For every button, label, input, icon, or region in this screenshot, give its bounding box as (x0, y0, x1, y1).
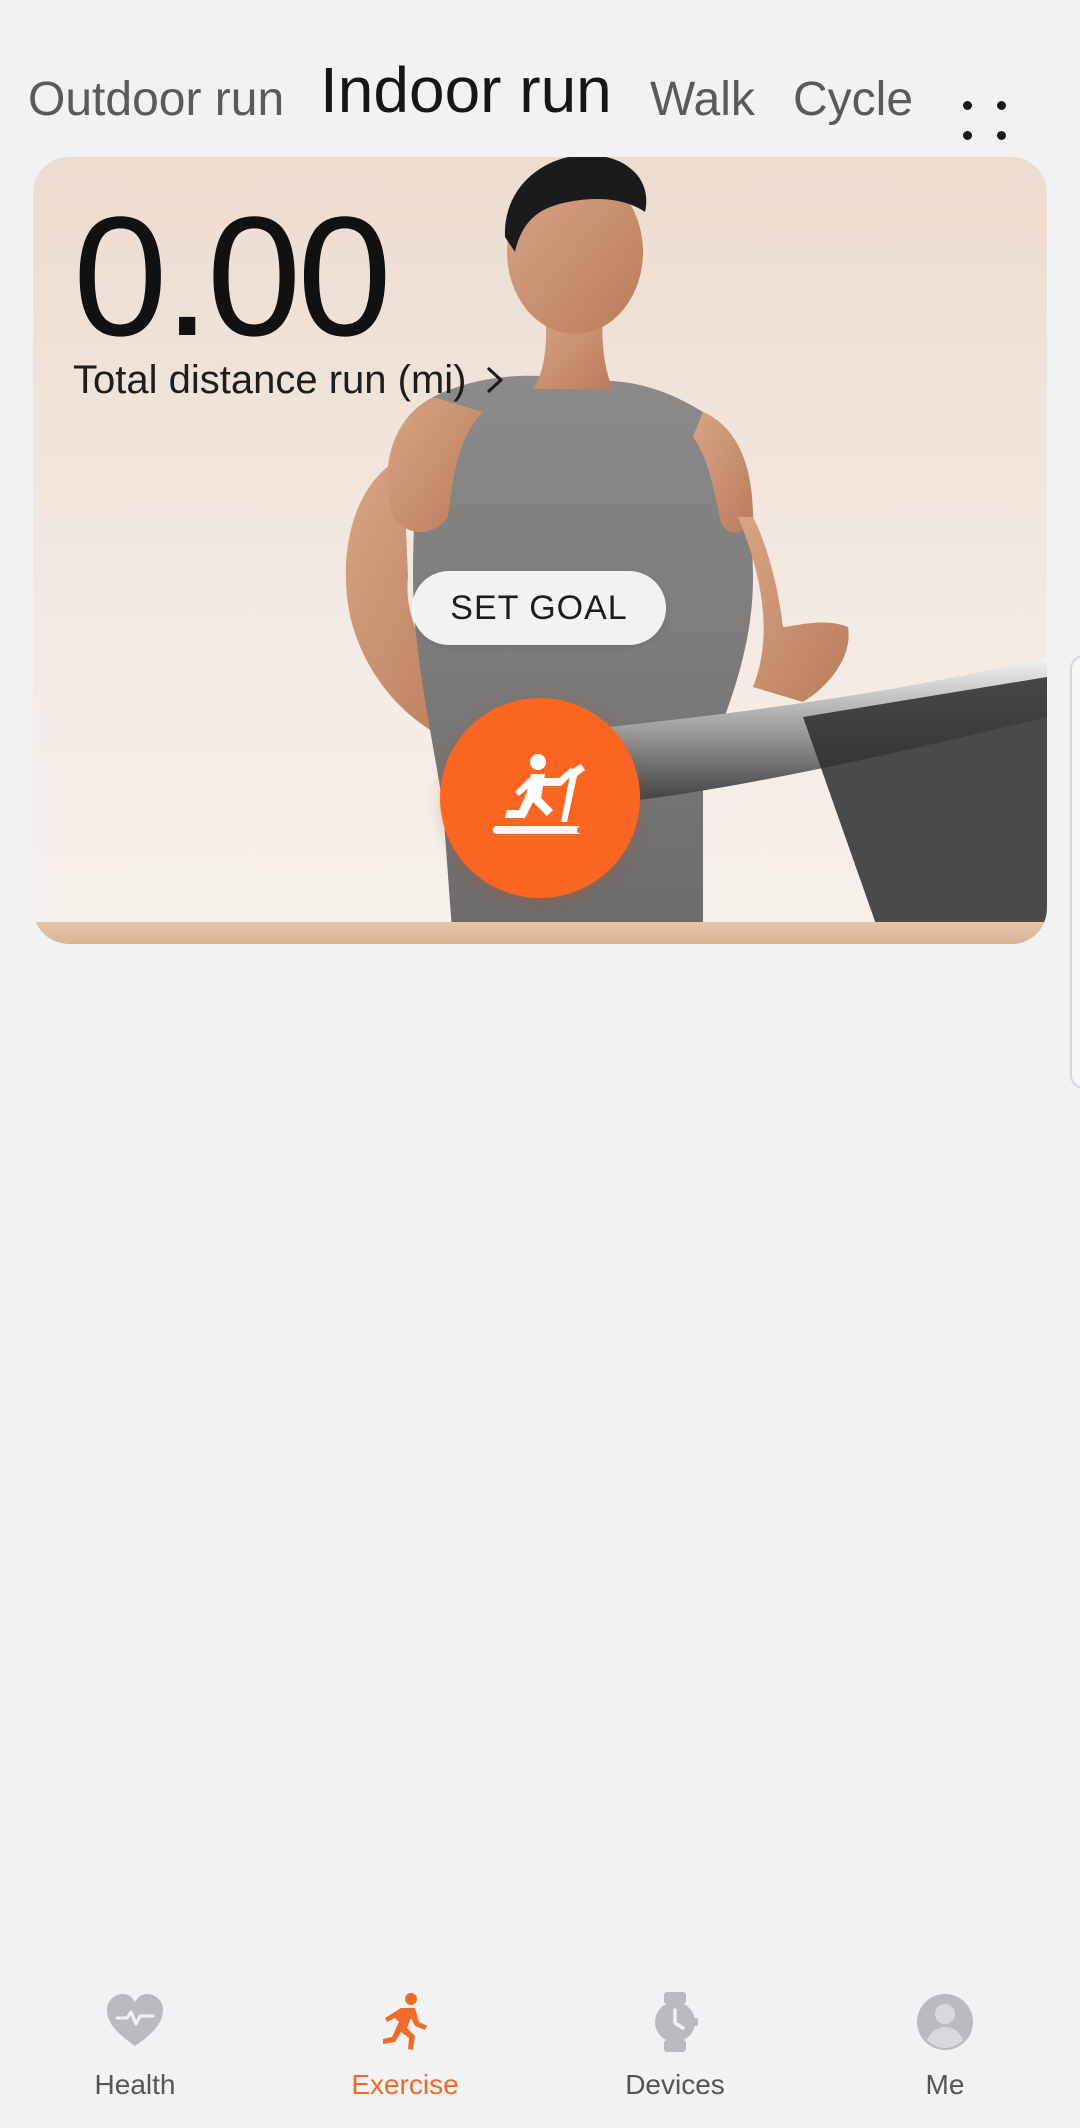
exercise-type-tabs: Outdoor run Indoor run Walk Cycle (0, 40, 1080, 150)
tab-cycle[interactable]: Cycle (793, 70, 913, 130)
tab-walk[interactable]: Walk (650, 70, 755, 130)
four-dots-icon[interactable] (955, 95, 1015, 150)
user-avatar-icon (917, 1994, 973, 2050)
app-screen: Outdoor run Indoor run Walk Cycle 0.00 T… (0, 0, 1080, 2128)
bottom-navigation: Health Exercise Devices Me (0, 1980, 1080, 2128)
tab-indoor-run[interactable]: Indoor run (320, 50, 612, 130)
total-distance-value: 0.00 (73, 182, 392, 372)
chevron-right-icon (487, 367, 504, 393)
side-panel-handle[interactable] (1070, 655, 1080, 1089)
nav-devices[interactable]: Devices (575, 1980, 775, 2128)
nav-health-label: Health (94, 2069, 176, 2100)
indoor-run-card: 0.00 Total distance run (mi) SET GOAL (33, 157, 1047, 944)
nav-me[interactable]: Me (845, 1980, 1045, 2128)
tab-outdoor-run[interactable]: Outdoor run (28, 70, 284, 130)
total-distance-label: Total distance run (mi) (73, 358, 467, 402)
nav-exercise-label: Exercise (351, 2069, 459, 2100)
start-workout-button[interactable] (440, 698, 640, 898)
nav-me-label: Me (925, 2069, 965, 2100)
nav-exercise[interactable]: Exercise (305, 1980, 505, 2128)
nav-devices-label: Devices (625, 2069, 725, 2100)
running-person-icon (383, 1993, 427, 2050)
watch-icon (655, 1992, 698, 2052)
floor-strip (33, 922, 1047, 944)
treadmill-runner-icon (493, 754, 585, 834)
nav-health[interactable]: Health (35, 1980, 235, 2128)
total-distance-link[interactable]: Total distance run (mi) (73, 352, 510, 408)
runner-photo (345, 157, 1047, 944)
set-goal-button[interactable]: SET GOAL (412, 571, 666, 645)
heart-pulse-icon (107, 1994, 163, 2046)
